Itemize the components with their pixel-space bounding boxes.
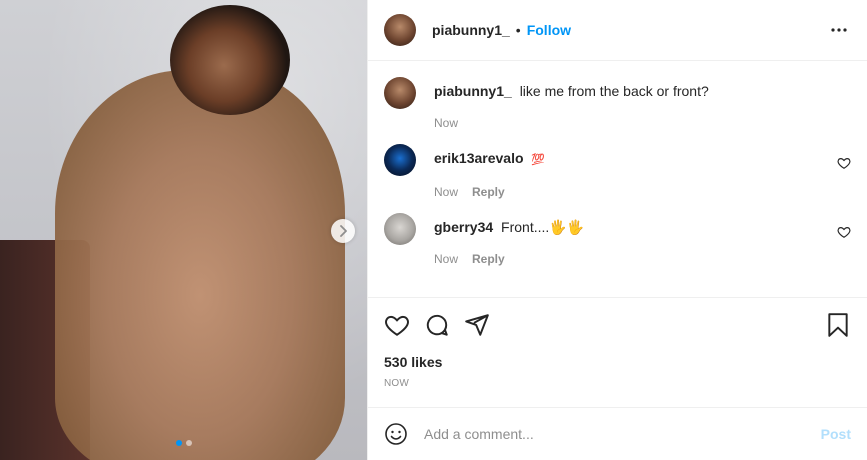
comment-item: erik13arevalo 💯 Now Reply bbox=[384, 144, 851, 199]
comments-list[interactable]: piabunny1_ like me from the back or fron… bbox=[368, 61, 867, 297]
caption-body: piabunny1_ like me from the back or fron… bbox=[434, 77, 851, 130]
post-modal: piabunny1_ • Follow piabunny1_ like me f… bbox=[0, 0, 867, 460]
smiley-icon bbox=[385, 423, 407, 445]
add-comment-bar: Post bbox=[368, 407, 867, 460]
share-button[interactable] bbox=[464, 312, 490, 338]
comment-text-line: gberry34 Front....🖐🖐 bbox=[434, 218, 851, 236]
comment-body: gberry34 Front....🖐🖐 Now Reply bbox=[434, 213, 851, 266]
comment-text: 💯 bbox=[531, 154, 546, 166]
carousel-next-button[interactable] bbox=[331, 219, 355, 243]
caption-time[interactable]: Now bbox=[434, 116, 458, 130]
heart-icon[interactable] bbox=[837, 225, 851, 239]
post-media[interactable] bbox=[0, 0, 367, 460]
action-icons bbox=[384, 310, 851, 340]
carousel-dot-active bbox=[175, 440, 182, 446]
comment-username[interactable]: gberry34 bbox=[434, 219, 493, 235]
caption: piabunny1_ like me from the back or fron… bbox=[384, 77, 851, 130]
caption-username[interactable]: piabunny1_ bbox=[434, 83, 512, 99]
bookmark-icon bbox=[828, 313, 848, 337]
comment-body: erik13arevalo 💯 Now Reply bbox=[434, 144, 851, 199]
heart-icon bbox=[385, 315, 409, 336]
likes-count[interactable]: 530 likes bbox=[384, 354, 851, 370]
follow-button[interactable]: Follow bbox=[527, 22, 571, 38]
emoji-button[interactable] bbox=[384, 422, 408, 446]
more-horizontal-icon bbox=[831, 28, 847, 32]
save-button[interactable] bbox=[825, 312, 851, 338]
comment-button[interactable] bbox=[424, 312, 450, 338]
comment-meta: Now Reply bbox=[434, 185, 851, 199]
post-side-panel: piabunny1_ • Follow piabunny1_ like me f… bbox=[367, 0, 867, 460]
post-comment-button[interactable]: Post bbox=[821, 426, 851, 442]
caption-meta: Now bbox=[434, 116, 851, 130]
comment-icon bbox=[426, 314, 448, 336]
post-timestamp[interactable]: NOW bbox=[384, 378, 851, 389]
comment-text-line: erik13arevalo 💯 bbox=[434, 149, 851, 169]
caption-text: like me from the back or front? bbox=[519, 83, 709, 99]
author-username[interactable]: piabunny1_ bbox=[432, 22, 510, 38]
carousel-dot bbox=[185, 440, 192, 446]
comment-text: Front....🖐🖐 bbox=[501, 219, 585, 235]
reply-button[interactable]: Reply bbox=[472, 185, 505, 199]
share-icon bbox=[465, 314, 489, 336]
comment-input[interactable] bbox=[424, 426, 821, 442]
more-options-button[interactable] bbox=[827, 18, 851, 42]
header-separator: • bbox=[515, 22, 521, 38]
media-figure bbox=[55, 70, 345, 460]
post-header: piabunny1_ • Follow bbox=[368, 0, 867, 61]
chevron-right-icon bbox=[340, 225, 347, 237]
caption-text-line: piabunny1_ like me from the back or fron… bbox=[434, 82, 851, 100]
commenter-avatar[interactable] bbox=[384, 213, 416, 245]
author-avatar[interactable] bbox=[384, 14, 416, 46]
carousel-dots bbox=[0, 440, 367, 446]
comment-item: gberry34 Front....🖐🖐 Now Reply bbox=[384, 213, 851, 266]
comment-meta: Now Reply bbox=[434, 252, 851, 266]
like-button[interactable] bbox=[384, 312, 410, 338]
comment-time[interactable]: Now bbox=[434, 252, 458, 266]
media-head bbox=[170, 5, 290, 115]
heart-icon[interactable] bbox=[837, 156, 851, 170]
caption-avatar[interactable] bbox=[384, 77, 416, 109]
commenter-avatar[interactable] bbox=[384, 144, 416, 176]
post-actions: 530 likes NOW bbox=[368, 297, 867, 407]
reply-button[interactable]: Reply bbox=[472, 252, 505, 266]
comment-username[interactable]: erik13arevalo bbox=[434, 150, 524, 166]
comment-time[interactable]: Now bbox=[434, 185, 458, 199]
